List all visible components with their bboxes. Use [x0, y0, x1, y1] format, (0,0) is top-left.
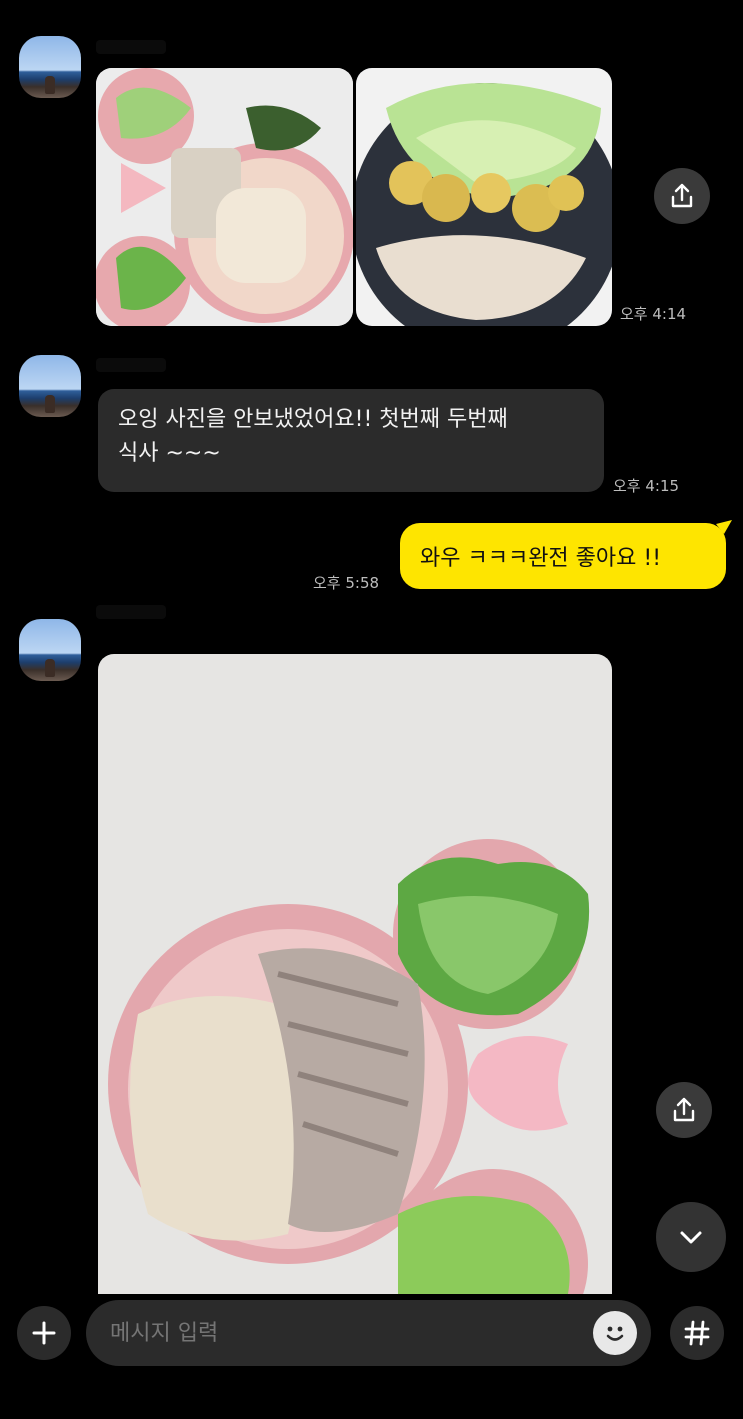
message-text-line-1: 오잉 사진을 안보냈었어요!! 첫번째 두번째: [118, 407, 508, 432]
sender-name-hidden: [96, 40, 166, 54]
meal-photo-1[interactable]: [96, 68, 353, 326]
meal-photo-2[interactable]: [356, 68, 612, 326]
emoji-button[interactable]: [593, 1311, 637, 1355]
sender-name-hidden: [96, 358, 166, 372]
sender-name-hidden: [96, 605, 166, 619]
scroll-to-bottom-button[interactable]: [656, 1202, 726, 1272]
reply-text: 와우 ㅋㅋㅋ완전 좋아요 !!: [420, 546, 662, 571]
sender-avatar[interactable]: [19, 36, 81, 98]
hashtag-search-button[interactable]: [670, 1306, 724, 1360]
meal-photo-1-image: [96, 68, 353, 326]
sender-avatar[interactable]: [19, 355, 81, 417]
hashtag-icon: [684, 1320, 710, 1346]
meal-photo-3[interactable]: [98, 654, 612, 1294]
share-icon: [671, 183, 693, 208]
plus-icon: [32, 1321, 56, 1345]
reply-timestamp: 오후 5:58: [313, 574, 380, 592]
photo-set-timestamp: 오후 4:14: [620, 305, 687, 323]
message-text-line-2: 식사 ~~~: [118, 441, 221, 466]
add-attachment-button[interactable]: [17, 1306, 71, 1360]
share-button-2[interactable]: [656, 1082, 712, 1138]
share-icon: [673, 1097, 695, 1122]
message-input[interactable]: [108, 1319, 593, 1347]
text-message-timestamp: 오후 4:15: [613, 477, 680, 495]
sender-avatar[interactable]: [19, 619, 81, 681]
emoji-icon: [606, 1326, 624, 1341]
bubble-tail: [716, 520, 732, 534]
meal-photo-2-image: [356, 68, 612, 326]
share-button-1[interactable]: [654, 168, 710, 224]
chevron-down-icon: [680, 1231, 702, 1244]
incoming-text-bubble: 오잉 사진을 안보냈었어요!! 첫번째 두번째 식사 ~~~: [98, 389, 604, 492]
message-input-bar[interactable]: [86, 1300, 651, 1366]
outgoing-text-bubble: 와우 ㅋㅋㅋ완전 좋아요 !!: [400, 523, 726, 589]
meal-photo-3-image: [98, 654, 612, 1294]
